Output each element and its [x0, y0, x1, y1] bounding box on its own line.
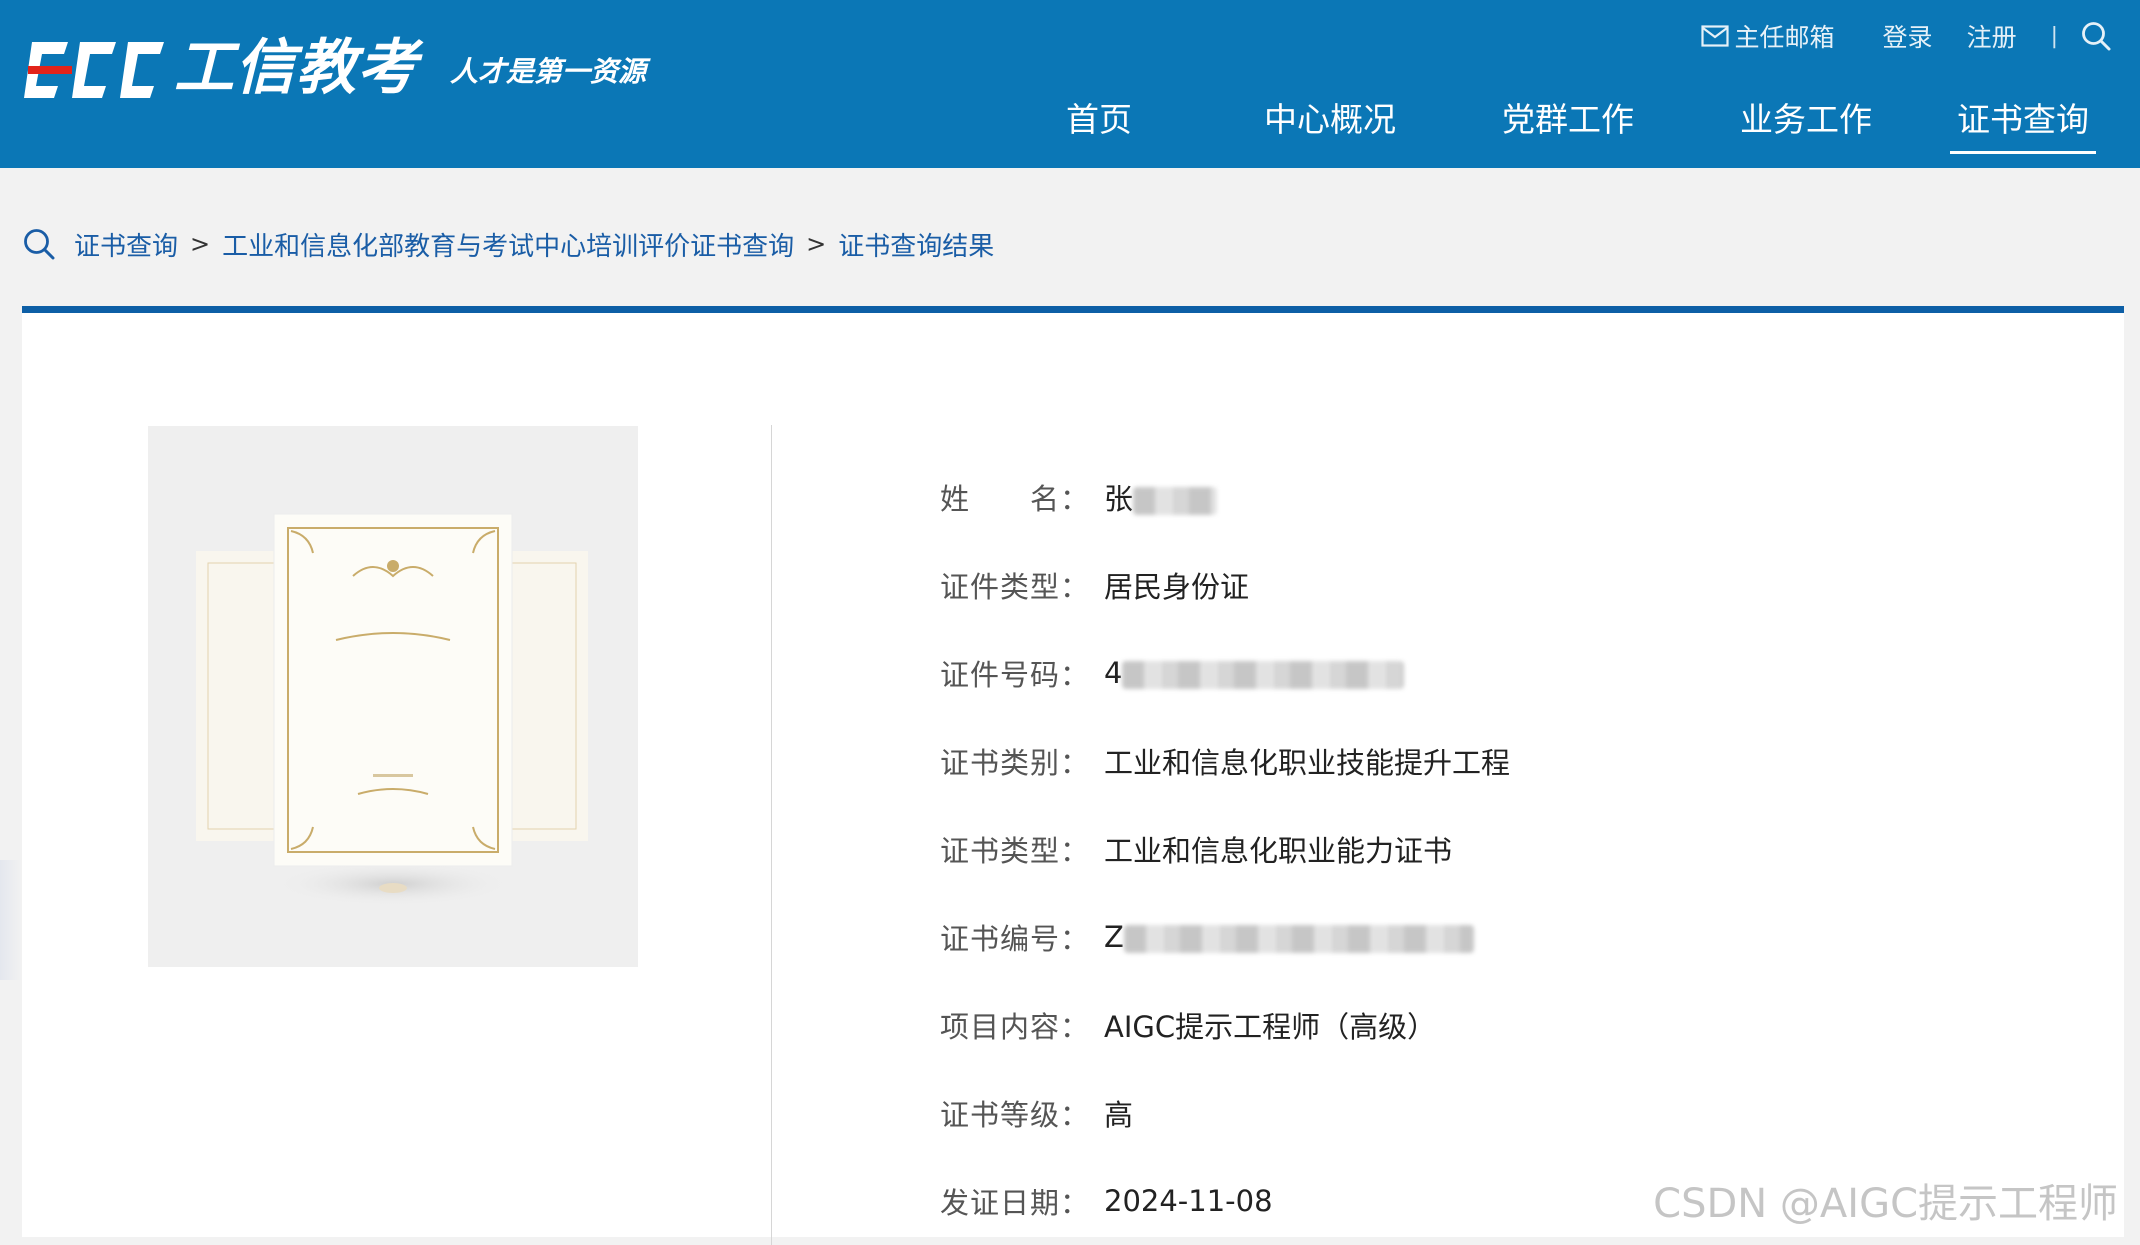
search-icon[interactable]	[2080, 20, 2112, 52]
search-icon	[24, 229, 55, 260]
redacted-mask	[1123, 925, 1474, 953]
mail-label: 主任邮箱	[1734, 23, 1835, 52]
vertical-divider	[771, 425, 772, 1245]
project-label: 项目内容：	[940, 1010, 1091, 1044]
id-type-label: 证件类型：	[940, 570, 1091, 604]
director-mailbox-link[interactable]: 主任邮箱	[1700, 18, 1835, 54]
level-value: 高	[1104, 1098, 1134, 1132]
nav-center-overview[interactable]: 中心概况	[1246, 80, 1414, 154]
certificate-illustration	[148, 426, 638, 967]
certificate-image	[196, 513, 588, 906]
main-nav: 首页 中心概况 党群工作 业务工作 证书查询	[1040, 80, 2096, 168]
utility-bar: 主任邮箱 登录 注册 |	[1700, 16, 2112, 56]
certificate-info-list: 姓 名： 张 证件类型： 居民身份证 证件号码： 4 证书类别： 工业和信息化职…	[940, 453, 1510, 1245]
project-value: AIGC提示工程师（高级）	[1104, 1010, 1437, 1044]
level-label: 证书等级：	[940, 1098, 1091, 1132]
register-link[interactable]: 注册	[1967, 18, 2017, 54]
cert-category-label: 证书类别：	[940, 746, 1091, 780]
nav-party-work[interactable]: 党群工作	[1484, 80, 1652, 154]
issue-date-value: 2024-11-08	[1104, 1184, 1273, 1218]
issue-date-label: 发证日期：	[940, 1186, 1091, 1220]
name-value: 张	[1104, 476, 1218, 518]
name-label: 姓 名：	[940, 482, 1091, 516]
info-row-id-number: 证件号码： 4	[940, 629, 1510, 717]
content-top-bar	[22, 306, 2124, 313]
id-number-label: 证件号码：	[940, 658, 1091, 692]
login-link[interactable]: 登录	[1883, 18, 1933, 54]
breadcrumb-query-result: 证书查询结果	[838, 231, 995, 262]
info-row-id-type: 证件类型： 居民身份证	[940, 541, 1510, 629]
redacted-mask	[1133, 487, 1218, 515]
breadcrumb-separator: >	[806, 230, 827, 258]
brand-name: 工信教考	[174, 33, 418, 103]
redacted-mask	[1122, 661, 1405, 689]
watermark: CSDN @AIGC提示工程师	[1653, 1181, 2118, 1227]
nav-business-work[interactable]: 业务工作	[1722, 80, 1890, 154]
id-type-value: 居民身份证	[1104, 570, 1250, 604]
cec-logo[interactable]	[22, 38, 166, 102]
cert-type-label: 证书类型：	[940, 834, 1091, 868]
nav-home[interactable]: 首页	[1040, 80, 1158, 154]
nav-certificate-query[interactable]: 证书查询	[1950, 80, 2096, 154]
info-row-project: 项目内容： AIGC提示工程师（高级）	[940, 981, 1510, 1069]
breadcrumb-training-evaluation-query[interactable]: 工业和信息化部教育与考试中心培训评价证书查询	[222, 226, 794, 263]
cert-number-label: 证书编号：	[940, 922, 1091, 956]
cert-number-value: Z	[1104, 920, 1474, 954]
info-row-cert-type: 证书类型： 工业和信息化职业能力证书	[940, 805, 1510, 893]
info-row-cert-category: 证书类别： 工业和信息化职业技能提升工程	[940, 717, 1510, 805]
info-row-issue-date: 发证日期： 2024-11-08	[940, 1157, 1510, 1245]
mail-icon	[1700, 25, 1729, 47]
cert-category-value: 工业和信息化职业技能提升工程	[1104, 746, 1511, 780]
info-row-level: 证书等级： 高	[940, 1069, 1510, 1157]
decorative-edge	[0, 860, 22, 980]
breadcrumb: 证书查询 > 工业和信息化部教育与考试中心培训评价证书查询 > 证书查询结果	[22, 222, 994, 266]
id-number-value: 4	[1104, 656, 1405, 690]
breadcrumb-separator: >	[190, 230, 211, 258]
site-header: 工信教考 人才是第一资源 主任邮箱 登录 注册 | 首页 中心概况 党群工作 业…	[0, 0, 2140, 168]
info-row-name: 姓 名： 张	[940, 453, 1510, 541]
cert-type-value: 工业和信息化职业能力证书	[1104, 834, 1453, 868]
utility-separator: |	[2050, 23, 2058, 49]
info-row-cert-number: 证书编号： Z	[940, 893, 1510, 981]
slogan: 人才是第一资源	[450, 55, 647, 88]
breadcrumb-certificate-query[interactable]: 证书查询	[74, 226, 178, 263]
result-card: 姓 名： 张 证件类型： 居民身份证 证件号码： 4 证书类别： 工业和信息化职…	[22, 313, 2124, 1245]
